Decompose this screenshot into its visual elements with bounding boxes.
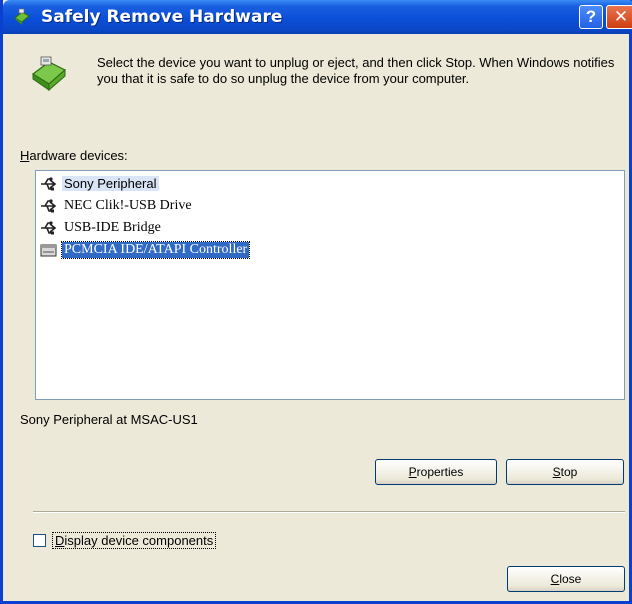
hardware-devices-label: Hardware devices: bbox=[20, 148, 128, 163]
stop-accel: S bbox=[552, 465, 561, 479]
list-item-label: PCMCIA IDE/ATAPI Controller bbox=[60, 240, 251, 259]
close-window-button[interactable]: ✕ bbox=[606, 5, 632, 29]
list-item-label: NEC Clik!-USB Drive bbox=[64, 197, 192, 213]
checkbox-accel: D bbox=[55, 533, 65, 548]
checkbox-label-rest: isplay device components bbox=[64, 533, 214, 548]
list-item-usb-ide-bridge[interactable]: USB-IDE Bridge bbox=[40, 218, 163, 237]
list-item-nec-clik-usb-drive[interactable]: NEC Clik!-USB Drive bbox=[40, 196, 194, 215]
pcmcia-card-icon bbox=[40, 244, 57, 256]
help-button[interactable]: ? bbox=[579, 5, 603, 29]
stop-button[interactable]: Stop bbox=[506, 459, 624, 485]
usb-icon bbox=[41, 220, 57, 234]
divider bbox=[33, 511, 625, 513]
stop-label-rest: top bbox=[560, 465, 578, 479]
usb-icon bbox=[41, 198, 57, 212]
list-item-pcmcia-controller[interactable]: PCMCIA IDE/ATAPI Controller bbox=[40, 240, 251, 259]
device-location-text: Sony Peripheral at MSAC-US1 bbox=[20, 412, 198, 427]
safely-remove-hardware-title-icon bbox=[14, 8, 30, 25]
safely-remove-hardware-dialog: Safely Remove Hardware ? ✕ Select the de… bbox=[0, 0, 632, 604]
close-button[interactable]: Close bbox=[507, 566, 625, 592]
window-title: Safely Remove Hardware bbox=[41, 7, 283, 27]
instruction-text: Select the device you want to unplug or … bbox=[97, 55, 615, 86]
properties-button[interactable]: Properties bbox=[375, 459, 497, 485]
list-item-label: Sony Peripheral bbox=[62, 176, 159, 191]
list-item-label: USB-IDE Bridge bbox=[64, 219, 161, 235]
display-device-components-label[interactable]: Display device components bbox=[52, 532, 217, 549]
safely-remove-hardware-icon bbox=[31, 56, 67, 92]
hardware-devices-accel: H bbox=[20, 148, 30, 163]
properties-label-rest: roperties bbox=[416, 465, 464, 479]
hardware-devices-label-rest: ardware devices: bbox=[29, 148, 128, 163]
list-item-sony-peripheral[interactable]: Sony Peripheral bbox=[40, 174, 159, 193]
close-label-rest: lose bbox=[559, 572, 582, 586]
title-bar[interactable]: Safely Remove Hardware ? ✕ bbox=[3, 0, 632, 34]
hardware-devices-list[interactable]: Sony Peripheral NEC Clik!-USB Drive USB-… bbox=[35, 170, 625, 400]
display-device-components-checkbox[interactable] bbox=[33, 534, 46, 547]
usb-icon bbox=[41, 176, 57, 190]
display-device-components-option[interactable]: Display device components bbox=[33, 532, 217, 549]
properties-accel: P bbox=[408, 465, 417, 479]
